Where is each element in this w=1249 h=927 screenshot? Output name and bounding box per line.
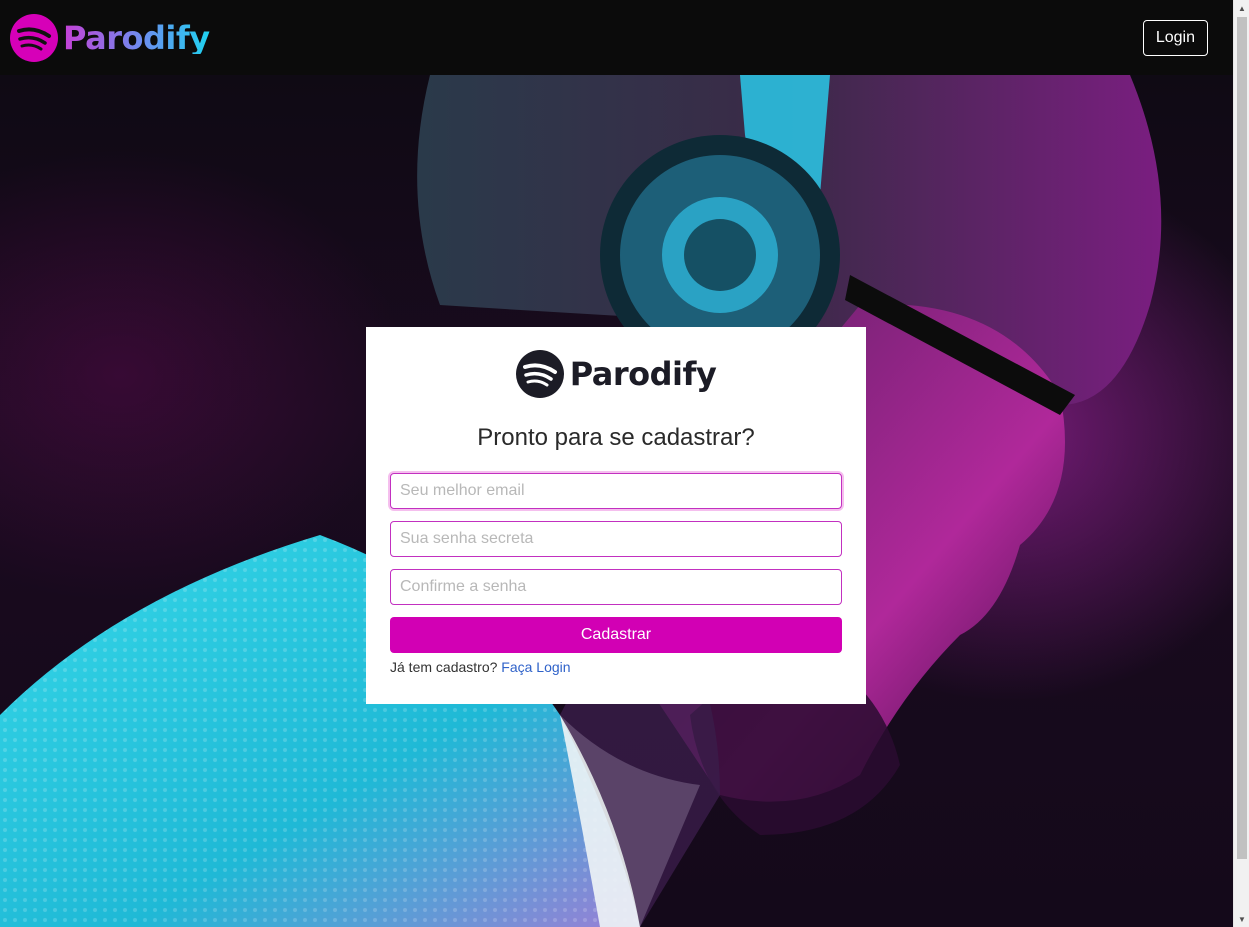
scroll-up-arrow-icon[interactable]: ▲ [1234, 0, 1249, 16]
card-brand-name: Parodify [569, 355, 717, 393]
login-button[interactable]: Login [1142, 19, 1208, 56]
scrollbar-thumb[interactable] [1237, 17, 1247, 859]
page-scrollbar[interactable]: ▲ ▼ [1233, 0, 1249, 927]
parodify-logo-icon [515, 350, 564, 398]
card-brand: Parodify [390, 350, 842, 398]
signup-card: Parodify Pronto para se cadastrar? Cadas… [366, 327, 866, 704]
brand-link[interactable]: Parodify [10, 13, 210, 62]
scroll-down-arrow-icon[interactable]: ▼ [1234, 911, 1249, 927]
login-link[interactable]: Faça Login [501, 659, 570, 675]
login-prompt-text: Já tem cadastro? [390, 659, 498, 675]
top-navbar: Parodify Login [0, 0, 1233, 75]
brand-name: Parodify [63, 18, 210, 57]
confirm-password-input[interactable] [390, 569, 842, 605]
login-prompt: Já tem cadastro? Faça Login [390, 659, 842, 675]
signup-submit-button[interactable]: Cadastrar [390, 617, 842, 653]
email-input[interactable] [390, 473, 842, 509]
parodify-logo-icon [10, 13, 58, 62]
signup-title: Pronto para se cadastrar? [477, 424, 755, 451]
password-input[interactable] [390, 521, 842, 557]
